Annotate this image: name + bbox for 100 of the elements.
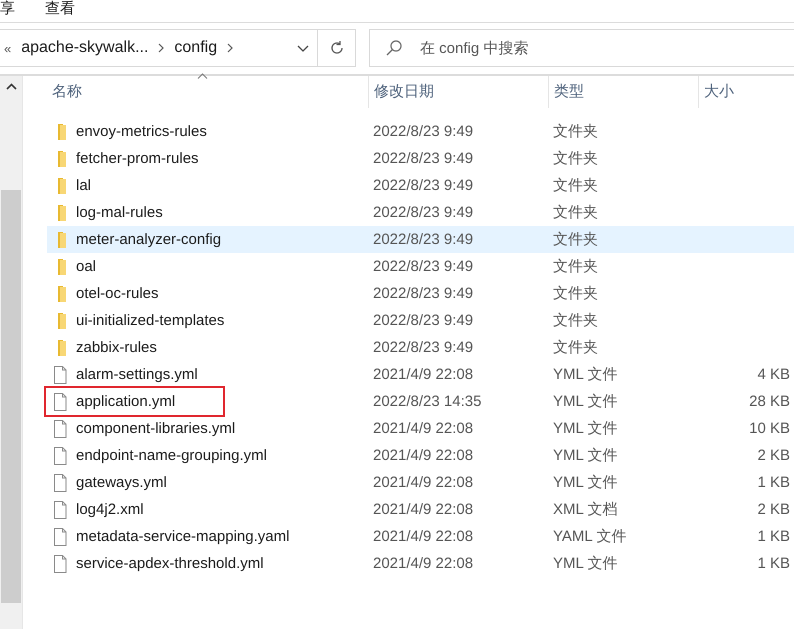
file-type: YML 文件 — [553, 446, 618, 465]
file-type: 文件夹 — [553, 257, 598, 276]
refresh-icon[interactable] — [328, 40, 344, 56]
date-modified: 2022/8/23 9:49 — [373, 150, 474, 167]
file-type: YAML 文件 — [553, 527, 626, 546]
date-modified: 2022/8/23 9:49 — [373, 339, 474, 356]
date-modified: 2021/4/9 22:08 — [373, 501, 474, 518]
column-header[interactable]: 类型 — [548, 76, 698, 108]
file-type: XML 文档 — [553, 500, 618, 519]
file-type: YML 文件 — [553, 365, 618, 384]
file-row[interactable]: metadata-service-mapping.yaml 2021/4/9 22:08 YAML 文件 1 KB — [47, 523, 794, 550]
file-name[interactable]: log4j2.xml — [76, 499, 144, 520]
document-icon — [52, 392, 68, 410]
date-modified: 2021/4/9 22:08 — [373, 447, 474, 464]
file-row[interactable]: fetcher-prom-rules 2022/8/23 9:49 文件夹 — [47, 145, 794, 172]
overflow-chevron[interactable]: « — [4, 40, 12, 56]
file-row[interactable]: log-mal-rules 2022/8/23 9:49 文件夹 — [47, 199, 794, 226]
document-icon — [52, 528, 68, 546]
file-size: 4 KB — [757, 366, 790, 383]
breadcrumb[interactable]: config — [174, 39, 218, 57]
file-type: 文件夹 — [553, 284, 598, 303]
column-header[interactable]: 修改日期 — [368, 76, 548, 108]
file-row[interactable]: gateways.yml 2021/4/9 22:08 YML 文件 1 KB — [47, 469, 794, 496]
file-name[interactable]: metadata-service-mapping.yaml — [76, 526, 290, 547]
file-type: 文件夹 — [553, 122, 598, 141]
file-type: YML 文件 — [553, 392, 618, 411]
file-name[interactable]: log-mal-rules — [76, 202, 163, 223]
file-name[interactable]: fetcher-prom-rules — [76, 148, 199, 169]
file-name[interactable]: alarm-settings.yml — [76, 364, 198, 385]
file-row[interactable]: ui-initialized-templates 2022/8/23 9:49 文件夹 — [47, 307, 794, 334]
file-type: YML 文件 — [553, 554, 618, 573]
date-modified: 2022/8/23 9:49 — [373, 231, 474, 248]
scrollbar[interactable] — [0, 76, 23, 629]
scroll-up-icon[interactable] — [6, 83, 16, 90]
file-name[interactable]: otel-oc-rules — [76, 283, 159, 304]
column-header[interactable]: 名称 — [47, 76, 368, 108]
document-icon — [52, 446, 68, 464]
document-icon — [52, 366, 68, 384]
file-row[interactable]: endpoint-name-grouping.yml 2021/4/9 22:08 YML 文件 2 KB — [47, 442, 794, 469]
file-name[interactable]: gateways.yml — [76, 472, 167, 493]
file-size: 1 KB — [757, 528, 790, 545]
file-name[interactable]: component-libraries.yml — [76, 418, 236, 439]
date-modified: 2022/8/23 9:49 — [373, 123, 474, 140]
file-type: YML 文件 — [553, 473, 618, 492]
file-row[interactable]: service-apdex-threshold.yml 2021/4/9 22:08 YML 文件 1 KB — [47, 550, 794, 577]
file-type: 文件夹 — [553, 230, 598, 249]
scrollbar-thumb[interactable] — [1, 190, 21, 603]
address-bar[interactable]: « apache-skywalk... config — [0, 29, 318, 67]
document-icon — [52, 420, 68, 438]
file-name[interactable]: application.yml — [46, 388, 224, 415]
date-modified: 2021/4/9 22:08 — [373, 366, 474, 383]
highlighted-row[interactable]: meter-analyzer-config 2022/8/23 9:49 文件夹 — [47, 226, 794, 253]
ribbon-tab[interactable]: 享 — [0, 0, 15, 18]
file-type: 文件夹 — [553, 149, 598, 168]
file-row[interactable]: alarm-settings.yml 2021/4/9 22:08 YML 文件 4 KB — [47, 361, 794, 388]
file-row[interactable]: zabbix-rules 2022/8/23 9:49 文件夹 — [47, 334, 794, 361]
file-type: 文件夹 — [553, 176, 598, 195]
document-icon — [52, 500, 68, 518]
file-row[interactable]: otel-oc-rules 2022/8/23 9:49 文件夹 — [47, 280, 794, 307]
file-name[interactable]: oal — [76, 256, 96, 277]
date-modified: 2021/4/9 22:08 — [373, 420, 474, 437]
date-modified: 2022/8/23 9:49 — [373, 177, 474, 194]
chevron-right-icon[interactable] — [158, 43, 164, 53]
date-modified: 2021/4/9 22:08 — [373, 555, 474, 572]
dropdown-icon[interactable] — [297, 44, 309, 52]
date-modified: 2022/8/23 9:49 — [373, 258, 474, 275]
ribbon-tab[interactable]: 查看 — [45, 0, 75, 18]
document-icon — [52, 554, 68, 572]
chevron-right-icon[interactable] — [227, 43, 234, 53]
sort-caret-icon — [197, 73, 208, 79]
file-size: 1 KB — [757, 474, 790, 491]
file-type: YML 文件 — [553, 419, 618, 438]
file-row[interactable]: lal 2022/8/23 9:49 文件夹 — [47, 172, 794, 199]
file-type: 文件夹 — [553, 311, 598, 330]
file-size: 10 KB — [749, 420, 790, 437]
file-name[interactable]: endpoint-name-grouping.yml — [76, 445, 267, 466]
file-name[interactable]: ui-initialized-templates — [76, 310, 224, 331]
date-modified: 2022/8/23 9:49 — [373, 312, 474, 329]
file-row[interactable]: application.yml 2022/8/23 14:35 YML 文件 28 KB — [47, 388, 794, 415]
refresh-button[interactable] — [318, 29, 356, 67]
file-size: 2 KB — [757, 447, 790, 464]
file-name[interactable]: envoy-metrics-rules — [76, 121, 207, 142]
file-name[interactable]: meter-analyzer-config — [76, 229, 222, 250]
date-modified: 2021/4/9 22:08 — [373, 474, 474, 491]
file-row[interactable]: component-libraries.yml 2021/4/9 22:08 YML 文件 10 KB — [47, 415, 794, 442]
file-name[interactable]: zabbix-rules — [76, 337, 157, 358]
search-field[interactable]: 在 config 中搜索 — [369, 29, 794, 67]
breadcrumb[interactable]: apache-skywalk... — [21, 39, 148, 57]
date-modified: 2022/8/23 9:49 — [373, 285, 474, 302]
file-type: 文件夹 — [553, 338, 598, 357]
file-name[interactable]: service-apdex-threshold.yml — [76, 553, 264, 574]
column-header[interactable]: 大小 — [698, 76, 794, 108]
file-row[interactable]: log4j2.xml 2021/4/9 22:08 XML 文档 2 KB — [47, 496, 794, 523]
date-modified: 2021/4/9 22:08 — [373, 528, 474, 545]
document-icon — [52, 474, 68, 492]
file-row[interactable]: envoy-metrics-rules 2022/8/23 9:49 文件夹 — [47, 118, 794, 145]
date-modified: 2022/8/23 14:35 — [373, 393, 482, 410]
file-name[interactable]: lal — [76, 175, 92, 196]
file-row[interactable]: oal 2022/8/23 9:49 文件夹 — [47, 253, 794, 280]
file-size: 28 KB — [749, 393, 790, 410]
